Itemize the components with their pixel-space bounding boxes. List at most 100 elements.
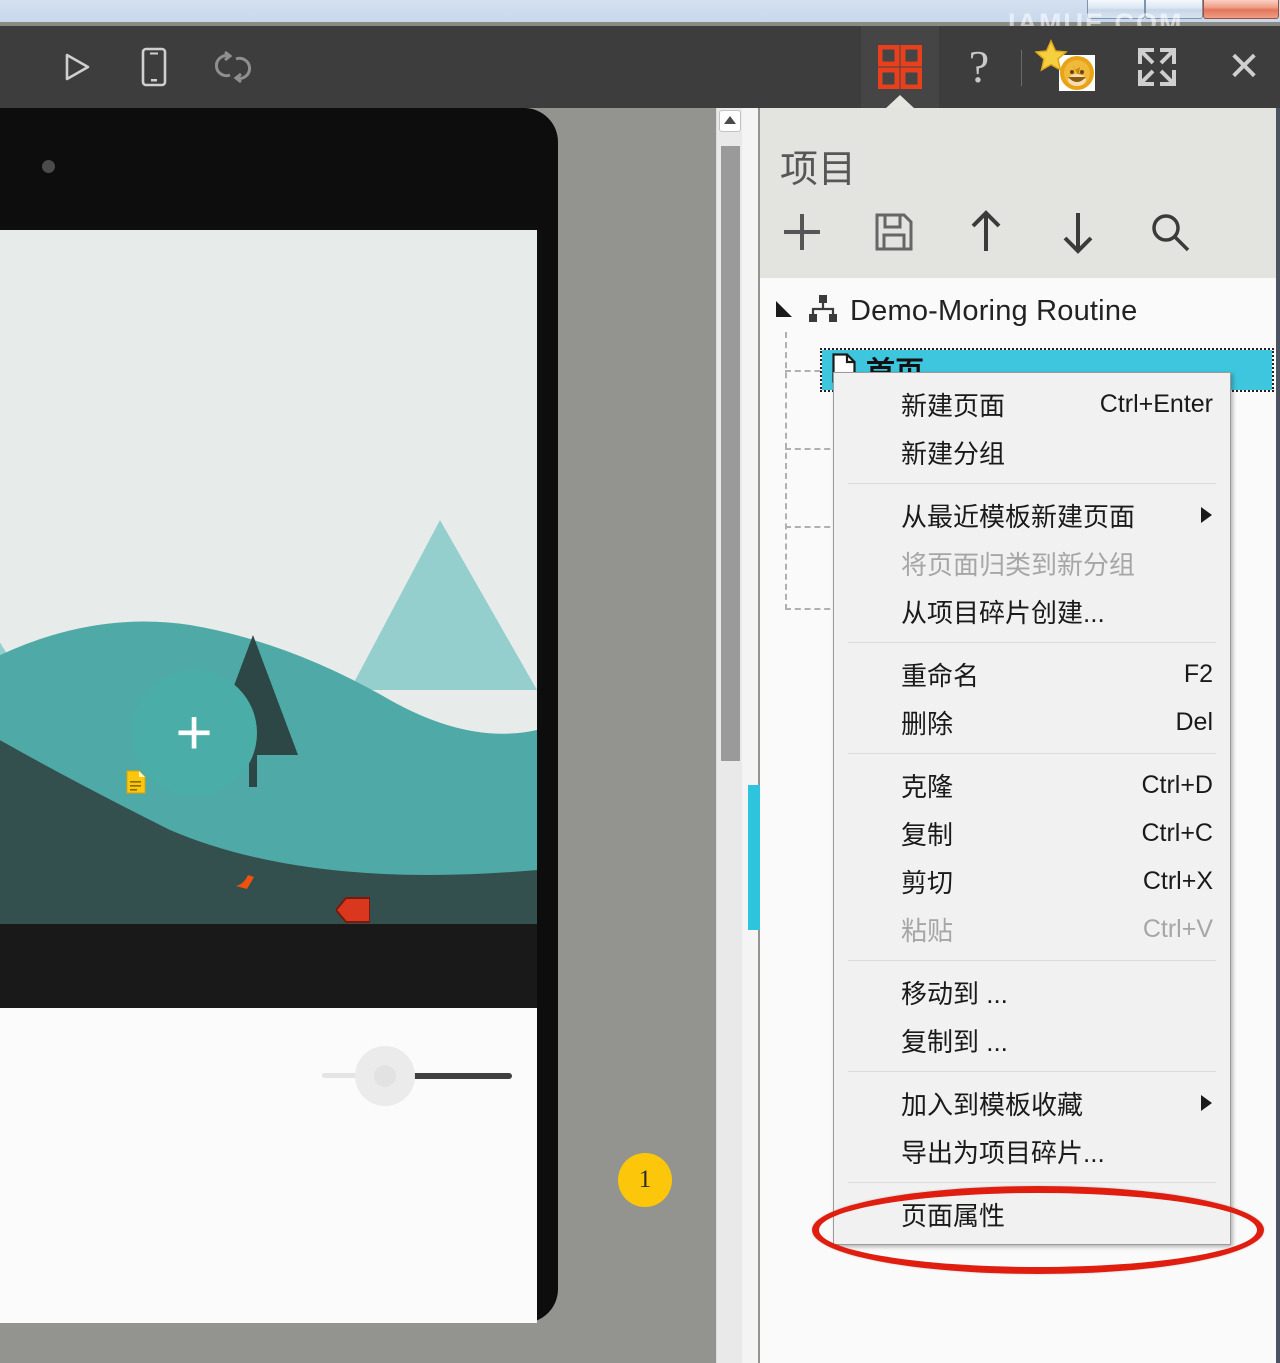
close-window-button[interactable]	[1203, 0, 1279, 19]
toolbar-divider	[1021, 50, 1022, 86]
menu-item-label: 从项目碎片创建...	[901, 597, 1105, 628]
close-icon: ✕	[1227, 45, 1261, 89]
menu-item-label: 从最近模板新建页面	[901, 501, 1136, 532]
expand-icon	[1136, 46, 1178, 88]
menu-separator	[848, 1182, 1216, 1183]
menu-separator	[848, 1071, 1216, 1072]
menu-separator	[848, 960, 1216, 961]
tree-root-label: Demo-Moring Routine	[850, 295, 1138, 327]
device-screen: o alarm set	[0, 230, 537, 924]
device-button[interactable]	[115, 26, 193, 108]
menu-item[interactable]: 删除 Del	[834, 698, 1230, 746]
menu-item-label: 将页面归类到新分组	[901, 549, 1136, 580]
submenu-arrow-icon	[1201, 507, 1212, 523]
menu-separator	[848, 642, 1216, 643]
menu-item[interactable]: 移动到 ...	[834, 968, 1230, 1016]
design-canvas[interactable]: o alarm set +	[0, 108, 760, 1363]
plus-icon: +	[175, 696, 213, 769]
menu-item-label: 加入到模板收藏	[901, 1089, 1084, 1120]
refresh-icon	[213, 49, 253, 85]
star-avatar-icon	[1035, 39, 1099, 95]
project-panel-header: 项目	[760, 108, 1276, 278]
move-up-button[interactable]	[960, 208, 1012, 260]
menu-item-label: 剪切	[901, 867, 954, 898]
chevron-up-icon	[723, 112, 737, 130]
search-button[interactable]	[1144, 208, 1196, 260]
menu-item-shortcut: Ctrl+C	[1141, 818, 1213, 847]
menu-item[interactable]: 克隆 Ctrl+D	[834, 761, 1230, 809]
fullscreen-button[interactable]	[1118, 26, 1196, 108]
tree-connector-3	[785, 526, 840, 528]
sitemap-icon	[808, 294, 838, 329]
page-number-badge[interactable]: 1	[618, 1153, 672, 1207]
add-alarm-fab[interactable]: +	[131, 670, 257, 796]
menu-item[interactable]: 新建分组	[834, 428, 1230, 476]
menu-item[interactable]: 剪切 Ctrl+X	[834, 857, 1230, 905]
orange-marker-icon[interactable]	[234, 868, 260, 895]
menu-item-label: 粘贴	[901, 915, 954, 946]
screen-bottom-band	[0, 924, 537, 1008]
close-button[interactable]: ✕	[1205, 26, 1280, 108]
help-button[interactable]: ?	[940, 26, 1018, 108]
arrow-up-icon	[969, 209, 1003, 259]
window-controls	[1087, 0, 1279, 19]
menu-item-shortcut: Del	[1175, 707, 1213, 736]
question-icon: ?	[968, 41, 990, 92]
grid-panels-button[interactable]	[861, 26, 939, 109]
next-screen-preview: once	[0, 1008, 537, 1323]
save-button[interactable]	[868, 208, 920, 260]
menu-item[interactable]: 从最近模板新建页面	[834, 491, 1230, 539]
page-title: 项目	[780, 149, 857, 191]
menu-item[interactable]: 重命名 F2	[834, 650, 1230, 698]
active-panel-pointer	[885, 95, 915, 109]
context-menu[interactable]: 新建页面 Ctrl+Enter 新建分组从最近模板新建页面 将页面归类到新分组 从项目碎…	[833, 372, 1231, 1245]
menu-item-label: 新建分组	[901, 438, 1006, 469]
menu-item[interactable]: 复制到 ...	[834, 1016, 1230, 1064]
menu-item[interactable]: 复制 Ctrl+C	[834, 809, 1230, 857]
play-icon	[60, 50, 94, 84]
phone-icon	[141, 47, 167, 87]
grid-icon	[878, 45, 922, 89]
add-page-button[interactable]	[776, 208, 828, 260]
resize-handle-right[interactable]	[334, 896, 371, 924]
repeat-toggle[interactable]	[322, 1046, 512, 1106]
scroll-up-button[interactable]	[719, 110, 741, 132]
menu-item[interactable]: 页面属性	[834, 1190, 1230, 1238]
app-toolbar: ? ✕	[0, 26, 1280, 109]
toggle-track-right	[404, 1073, 512, 1079]
menu-item-label: 导出为项目碎片...	[901, 1137, 1105, 1168]
minimize-button[interactable]	[1087, 0, 1145, 19]
menu-item: 粘贴 Ctrl+V	[834, 905, 1230, 953]
scrollbar-thumb[interactable]	[721, 146, 740, 761]
device-frame: o alarm set +	[0, 108, 558, 1323]
menu-item-shortcut: F2	[1183, 659, 1213, 688]
panel-splitter[interactable]	[742, 108, 758, 1363]
save-icon	[875, 213, 913, 256]
account-avatar[interactable]	[1028, 26, 1106, 108]
window-title-bar	[0, 0, 1280, 22]
menu-item-label: 页面属性	[901, 1200, 1006, 1231]
collapse-triangle-icon[interactable]	[774, 298, 796, 325]
canvas-vertical-scrollbar[interactable]	[716, 108, 742, 1363]
maximize-button[interactable]	[1145, 0, 1203, 19]
move-down-button[interactable]	[1052, 208, 1104, 260]
device-camera-dot	[42, 160, 55, 173]
menu-item[interactable]: 新建页面 Ctrl+Enter	[834, 380, 1230, 428]
submenu-arrow-icon	[1201, 1095, 1212, 1111]
project-panel-toolbar	[776, 208, 1196, 260]
menu-item-label: 删除	[901, 708, 954, 739]
refresh-button[interactable]	[194, 26, 272, 108]
arrow-down-icon	[1061, 210, 1095, 259]
toggle-knob[interactable]	[374, 1065, 396, 1087]
menu-item[interactable]: 导出为项目碎片...	[834, 1127, 1230, 1175]
menu-item[interactable]: 加入到模板收藏	[834, 1079, 1230, 1127]
menu-item-label: 重命名	[901, 660, 980, 691]
menu-item[interactable]: 从项目碎片创建...	[834, 587, 1230, 635]
menu-item-label: 移动到 ...	[901, 978, 1008, 1009]
preview-play-button[interactable]	[38, 26, 116, 108]
menu-item-label: 新建页面	[901, 390, 1006, 421]
landscape-illustration	[0, 230, 537, 924]
note-icon[interactable]	[126, 770, 146, 794]
plus-icon	[780, 210, 824, 259]
tree-root-node[interactable]: Demo-Moring Routine	[774, 294, 1137, 329]
